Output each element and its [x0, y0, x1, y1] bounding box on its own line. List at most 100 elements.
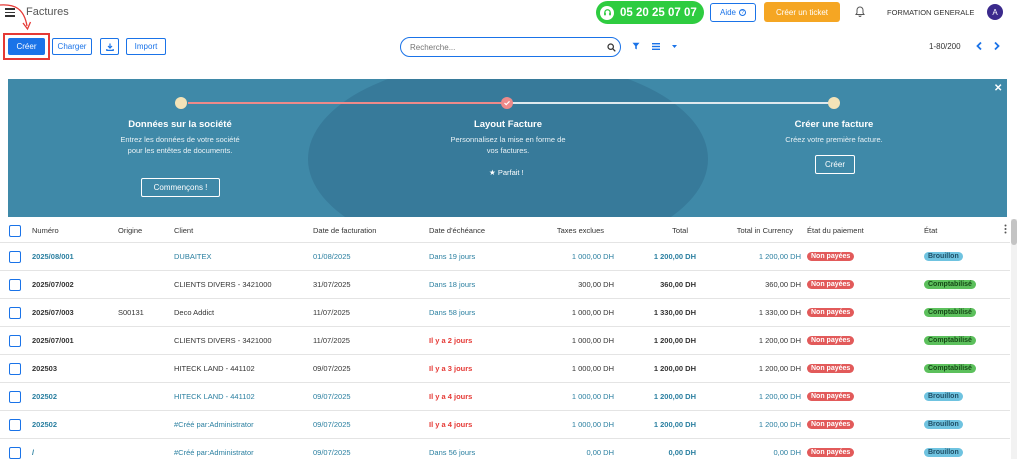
select-all-checkbox[interactable]: [9, 225, 21, 237]
payment-status-badge: Non payées: [807, 392, 855, 401]
col-origine[interactable]: Origine: [118, 219, 142, 242]
invoice-total: 1 200,00 DH: [653, 252, 696, 261]
search-input[interactable]: [410, 41, 600, 53]
charger-button[interactable]: Charger: [52, 38, 92, 55]
col-invoice-date[interactable]: Date de facturation: [313, 219, 376, 242]
invoice-due: Il y a 4 jours: [429, 420, 473, 429]
invoice-total: 1 330,00 DH: [653, 308, 696, 317]
row-checkbox[interactable]: [9, 419, 21, 431]
invoice-untaxed: 1 000,00 DH: [571, 392, 614, 401]
table-scrollbar[interactable]: [1011, 219, 1017, 459]
table-row[interactable]: 2025/07/002 CLIENTS DIVERS - 3421000 31/07…: [0, 271, 1010, 299]
col-untaxed[interactable]: Taxes exclues: [520, 219, 604, 242]
invoice-total-currency: 1 200,00 DH: [758, 392, 801, 401]
table-row[interactable]: 2025/07/003 S00131 Deco Addict 11/07/2025 Da…: [0, 299, 1010, 327]
invoice-number[interactable]: 202502: [32, 411, 57, 438]
invoice-total: 0,00 DH: [668, 448, 696, 457]
invoice-client: #Créé par:Administrator: [174, 420, 254, 429]
invoice-due: Dans 56 jours: [429, 448, 476, 457]
help-button[interactable]: Aide ?: [710, 3, 756, 22]
table-row[interactable]: 2025/07/001 CLIENTS DIVERS - 3421000 11/07…: [0, 327, 1010, 355]
payment-status-badge: Non payées: [807, 252, 855, 261]
invoice-number[interactable]: 2025/07/003: [32, 299, 74, 326]
row-checkbox[interactable]: [9, 251, 21, 263]
pager-value[interactable]: 1-80/200: [929, 42, 961, 51]
step-3-dot: [828, 97, 840, 109]
state-badge: Brouillon: [924, 448, 963, 457]
step-2-dot: [501, 97, 513, 109]
table-row[interactable]: 202502 HITECK LAND - 441102 09/07/2025 Il y…: [0, 383, 1010, 411]
col-client[interactable]: Client: [174, 219, 193, 242]
filter-icon[interactable]: [632, 42, 640, 50]
avatar[interactable]: A: [987, 4, 1003, 20]
invoice-number[interactable]: 2025/08/001: [32, 243, 74, 270]
row-checkbox[interactable]: [9, 335, 21, 347]
row-checkbox[interactable]: [9, 363, 21, 375]
invoice-client: HITECK LAND - 441102: [174, 392, 255, 401]
col-state[interactable]: État: [924, 219, 937, 242]
create-button[interactable]: Créer: [8, 38, 45, 55]
invoice-date: 09/07/2025: [313, 392, 351, 401]
table-header: Numéro Origine Client Date de facturatio…: [0, 219, 1010, 243]
company-name[interactable]: FORMATION GENERALE: [887, 8, 974, 17]
invoice-total: 1 200,00 DH: [653, 420, 696, 429]
table-row[interactable]: 202502 #Créé par:Administrator 09/07/2025 I…: [0, 411, 1010, 439]
start-button[interactable]: Commençons !: [141, 178, 220, 197]
col-total[interactable]: Total: [620, 219, 688, 242]
star-icon: ★: [489, 168, 496, 177]
table-row[interactable]: 202503 HITECK LAND - 441102 09/07/2025 Il y…: [0, 355, 1010, 383]
import-button[interactable]: Import: [126, 38, 166, 55]
invoice-total-currency: 0,00 DH: [773, 448, 801, 457]
row-checkbox[interactable]: [9, 279, 21, 291]
download-button[interactable]: [100, 38, 119, 55]
invoice-date: 11/07/2025: [313, 308, 350, 317]
step-text: Créez votre première facture.: [785, 135, 883, 144]
column-options-icon[interactable]: [1004, 224, 1007, 234]
invoice-date: 09/07/2025: [313, 364, 351, 373]
row-checkbox[interactable]: [9, 307, 21, 319]
step-create-invoice: Créer une facture Créez votre première f…: [744, 119, 924, 145]
search-bar: [400, 37, 621, 57]
col-total-currency[interactable]: Total in Currency: [700, 219, 793, 242]
invoice-client: #Créé par:Administrator: [174, 448, 254, 457]
col-due-date[interactable]: Date d'échéance: [429, 219, 485, 242]
payment-status-badge: Non payées: [807, 280, 855, 289]
group-by-icon[interactable]: [652, 43, 660, 50]
caret-down-icon[interactable]: [672, 45, 677, 48]
payment-status-badge: Non payées: [807, 336, 855, 345]
chevron-left-icon[interactable]: [975, 41, 983, 51]
progress-line-todo: [508, 102, 834, 104]
invoice-client: CLIENTS DIVERS - 3421000: [174, 280, 272, 289]
invoice-number[interactable]: /: [32, 439, 34, 459]
invoice-number[interactable]: 2025/07/002: [32, 271, 74, 298]
phone-support-button[interactable]: 05 20 25 07 07: [596, 1, 704, 24]
state-badge: Comptabilisé: [924, 336, 976, 345]
banner-create-button[interactable]: Créer: [815, 155, 855, 174]
invoice-date: 09/07/2025: [313, 420, 351, 429]
invoice-number[interactable]: 202503: [32, 355, 57, 382]
search-icon[interactable]: [607, 43, 616, 52]
invoice-total-currency: 1 200,00 DH: [758, 364, 801, 373]
step-title: Données sur la société: [128, 119, 232, 130]
state-badge: Comptabilisé: [924, 308, 976, 317]
payment-status-badge: Non payées: [807, 448, 855, 457]
table-row[interactable]: / #Créé par:Administrator 09/07/2025 Dans 5…: [0, 439, 1010, 459]
create-ticket-button[interactable]: Créer un ticket: [764, 2, 840, 22]
chevron-right-icon[interactable]: [993, 41, 1001, 51]
col-payment-state[interactable]: État du paiement: [807, 219, 864, 242]
scrollbar-thumb[interactable]: [1011, 219, 1017, 245]
invoice-untaxed: 1 000,00 DH: [571, 252, 614, 261]
row-checkbox[interactable]: [9, 447, 21, 459]
invoice-number[interactable]: 2025/07/001: [32, 327, 74, 354]
bell-icon[interactable]: [855, 6, 865, 17]
table-row[interactable]: 2025/08/001 DUBAITEX 01/08/2025 Dans 19 jou…: [0, 243, 1010, 271]
row-checkbox[interactable]: [9, 391, 21, 403]
invoice-client: CLIENTS DIVERS - 3421000: [174, 336, 272, 345]
close-icon[interactable]: ✕: [994, 83, 1002, 94]
state-badge: Brouillon: [924, 252, 963, 261]
state-badge: Brouillon: [924, 420, 963, 429]
layout-status: ★ Parfait !: [489, 168, 524, 177]
invoice-number[interactable]: 202502: [32, 383, 57, 410]
step-text: Personnalisez la mise en forme de vos fa…: [450, 135, 566, 155]
col-numero[interactable]: Numéro: [32, 219, 59, 242]
